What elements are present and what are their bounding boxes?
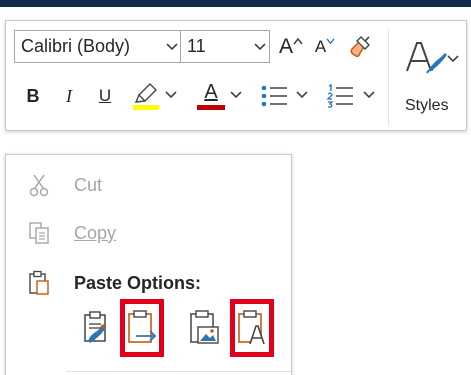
paste-merge-icon [128, 310, 157, 343]
font-color-icon: A [204, 81, 218, 103]
mini-toolbar: Calibri (Body) 11 A A B I U A Styles [5, 20, 467, 131]
paste-keep-source-button[interactable] [74, 299, 118, 357]
format-painter-button[interactable] [344, 31, 376, 63]
menu-item-copy-label: Copy [74, 222, 117, 243]
menu-item-copy[interactable]: Copy [6, 211, 291, 255]
styles-label: Styles [405, 97, 449, 114]
shrink-font-icon: A [314, 37, 327, 56]
font-name-value: Calibri (Body) [21, 36, 131, 56]
chevron-down-icon [296, 91, 308, 99]
clipboard-icon [26, 270, 52, 296]
font-color-button[interactable]: A [196, 79, 226, 113]
font-name-combo[interactable]: Calibri (Body) [14, 30, 182, 63]
bullets-button[interactable] [258, 81, 290, 111]
menu-separator [66, 371, 291, 372]
paste-keep-text-only-button[interactable] [230, 299, 274, 357]
styles-icon [406, 42, 447, 74]
menu-item-cut-label: Cut [74, 174, 103, 195]
paste-picture-button[interactable] [182, 299, 226, 357]
font-size-value: 11 [187, 36, 206, 56]
paste-text-only-icon [238, 310, 265, 345]
font-color-swatch [197, 105, 225, 110]
font-color-dropdown[interactable] [229, 87, 243, 103]
italic-icon: I [66, 85, 72, 106]
scissors-icon [26, 172, 52, 198]
document-title-band [0, 0, 471, 7]
chevron-down-icon [165, 91, 177, 99]
chevron-down-icon [363, 91, 375, 99]
paste-picture-icon [190, 310, 219, 344]
chevron-down-icon[interactable] [447, 53, 459, 65]
highlighter-icon [133, 83, 159, 110]
highlight-dropdown[interactable] [164, 87, 178, 103]
format-painter-icon [350, 36, 370, 58]
context-menu: Cut Copy Paste Options: [5, 154, 292, 375]
paste-merge-formatting-button[interactable] [120, 299, 164, 357]
underline-icon: U [98, 86, 112, 105]
grow-font-icon: A [278, 35, 293, 58]
bullets-dropdown[interactable] [295, 87, 309, 103]
grow-font-button[interactable]: A [275, 31, 307, 63]
chevron-down-icon[interactable] [163, 42, 181, 51]
numbering-dropdown[interactable] [362, 87, 376, 103]
bold-icon: B [26, 85, 40, 106]
underline-button[interactable]: U [92, 81, 118, 111]
paste-options-label: Paste Options: [74, 272, 202, 293]
numbering-button[interactable] [324, 81, 356, 111]
bullet-list-icon [261, 85, 287, 107]
italic-button[interactable]: I [56, 81, 82, 111]
shrink-font-button[interactable]: A [310, 31, 340, 63]
highlight-button[interactable] [130, 79, 162, 113]
chevron-down-icon [230, 91, 242, 99]
bold-button[interactable]: B [20, 81, 46, 111]
chevron-down-icon[interactable] [251, 42, 269, 51]
font-size-combo[interactable]: 11 [180, 30, 270, 63]
styles-button[interactable]: Styles [388, 29, 460, 125]
paste-keep-source-icon [84, 311, 106, 343]
numbered-list-icon [326, 84, 353, 108]
menu-item-cut[interactable]: Cut [6, 163, 291, 207]
copy-icon [26, 220, 52, 246]
